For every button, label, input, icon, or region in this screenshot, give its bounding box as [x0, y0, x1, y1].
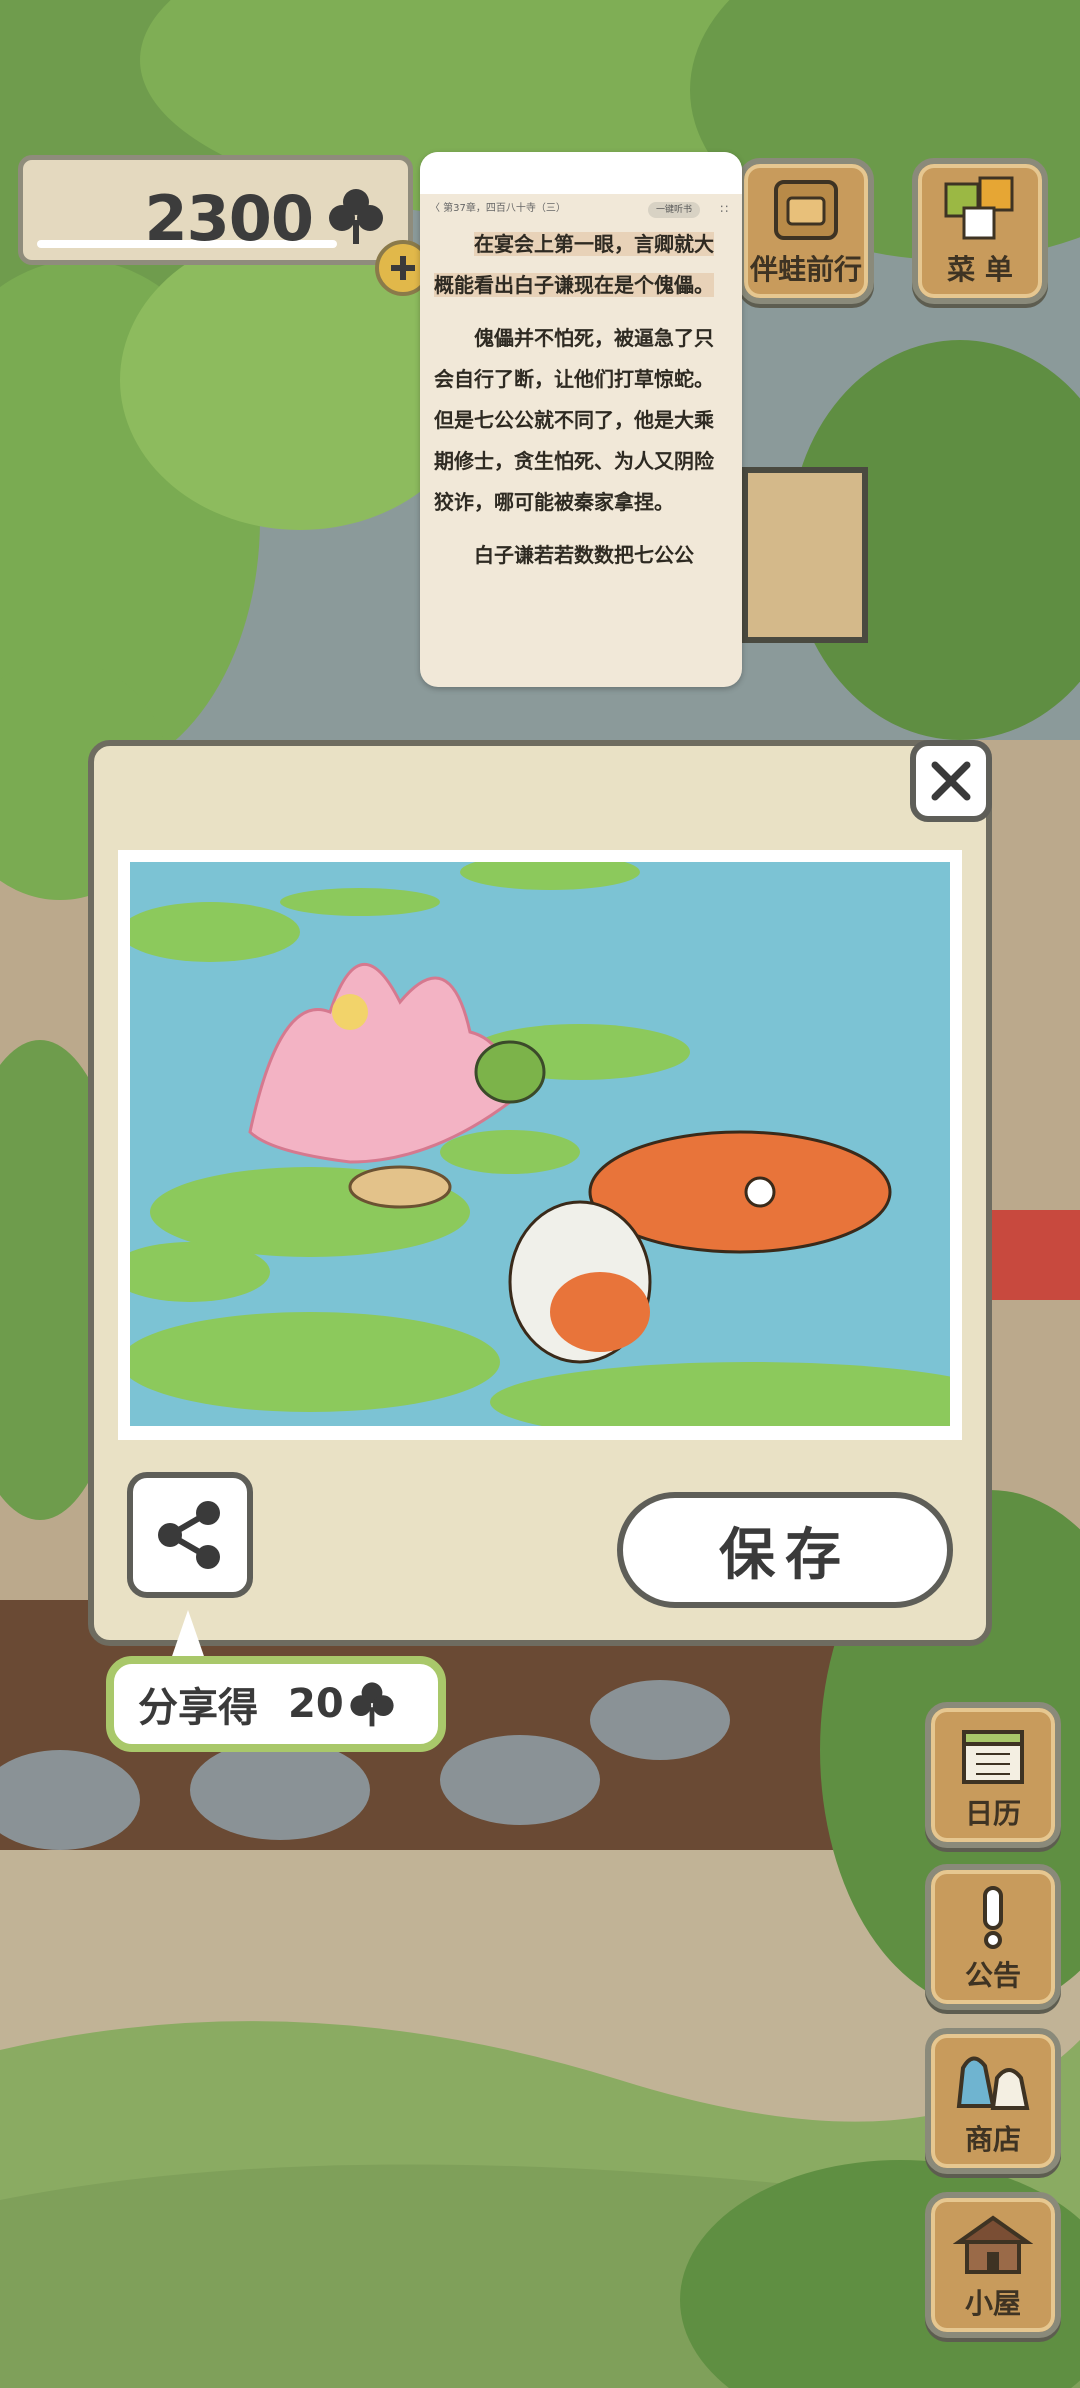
more-icon[interactable]: ∷ — [720, 194, 728, 224]
clover-counter: 2300 — [18, 155, 413, 265]
calendar-label: 日历 — [964, 1797, 1021, 1830]
companion-button[interactable]: 伴蛙前行 — [738, 158, 874, 304]
share-tooltip-tail — [170, 1610, 206, 1662]
menu-label: 菜 单 — [947, 253, 1013, 286]
backpack-icon — [774, 180, 838, 240]
clover-icon — [326, 186, 386, 250]
highlighted-text: 在宴会上第一眼，言卿就大概能看出白子谦现在是个傀儡。 — [434, 232, 714, 297]
share-icon — [158, 1501, 220, 1569]
share-button[interactable] — [127, 1472, 253, 1598]
chapter-line: 〈 第37章，四百八十寺（三） — [430, 203, 566, 214]
reader-header — [420, 152, 742, 194]
listen-pill[interactable]: 一键听书 — [647, 202, 700, 218]
share-reward-tooltip: 分享得 20 — [106, 1656, 446, 1752]
house-button[interactable]: 小屋 — [925, 2192, 1061, 2338]
reader-meta: 〈 第37章，四百八十寺（三） 一键听书 ∷ — [420, 194, 742, 224]
companion-label: 伴蛙前行 — [749, 253, 862, 286]
reader-paragraph-1: 在宴会上第一眼，言卿就大概能看出白子谦现在是个傀儡。 — [420, 224, 742, 306]
save-label: 保存 — [719, 1522, 851, 1588]
clover-icon — [350, 1682, 394, 1727]
clover-count: 2300 — [144, 182, 314, 255]
photo-frame — [118, 850, 962, 1440]
house-label: 小屋 — [964, 2287, 1021, 2320]
share-reward-text: 分享得 — [138, 1685, 258, 1731]
shop-label: 商店 — [964, 2123, 1021, 2156]
reader-paragraph-3: 白子谦若若数数把七公公 — [474, 543, 694, 567]
announcement-label: 公告 — [964, 1959, 1021, 1992]
exclamation-icon — [983, 1886, 1003, 1949]
postcard-photo — [130, 862, 950, 1426]
menu-button[interactable]: 菜 单 — [912, 158, 1048, 304]
close-icon — [931, 761, 971, 801]
menu-cards-icon — [944, 176, 1014, 240]
calendar-icon — [962, 1730, 1024, 1784]
save-button[interactable]: 保存 — [617, 1492, 953, 1608]
plus-icon — [391, 256, 415, 280]
close-button[interactable] — [910, 740, 992, 822]
reading-overlay[interactable]: 〈 第37章，四百八十寺（三） 一键听书 ∷ 在宴会上第一眼，言卿就大概能看出白… — [420, 152, 742, 687]
shop-bag-icon — [956, 2056, 1030, 2110]
calendar-button[interactable]: 日历 — [925, 1702, 1061, 1848]
announcement-button[interactable]: 公告 — [925, 1864, 1061, 2010]
reader-paragraph-2: 傀儡并不怕死，被逼急了只会自行了断，让他们打草惊蛇。但是七公公就不同了，他是大乘… — [434, 326, 714, 514]
shop-button[interactable]: 商店 — [925, 2028, 1061, 2174]
house-icon — [953, 2215, 1033, 2274]
share-reward-value: 20 — [288, 1681, 344, 1727]
